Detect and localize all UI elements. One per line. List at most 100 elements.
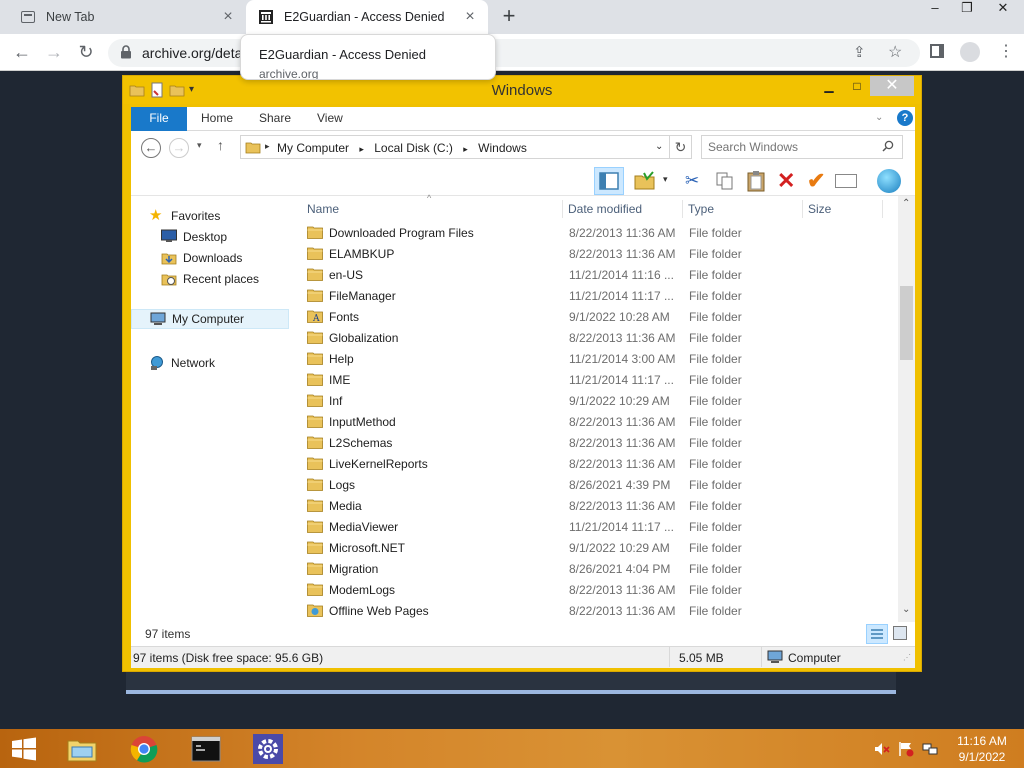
nav-desktop[interactable]: Desktop xyxy=(161,227,227,247)
scroll-down-icon[interactable]: ⌄ xyxy=(902,604,910,615)
delete-icon[interactable]: ✕ xyxy=(777,168,795,194)
table-row[interactable]: MediaViewer 11/21/2014 11:17 ... File fold… xyxy=(297,516,899,537)
table-row[interactable]: Downloaded Program Files 8/22/2013 11:36 … xyxy=(297,222,899,243)
table-row[interactable]: IME 11/21/2014 11:17 ... File folder xyxy=(297,369,899,390)
paste-icon[interactable] xyxy=(745,170,767,195)
file-explorer-taskbar-icon[interactable] xyxy=(56,731,108,766)
address-bar[interactable]: archive.org/deta ⇪ ☆ xyxy=(108,39,920,67)
settings-gear-taskbar-icon[interactable] xyxy=(242,731,294,766)
restore-browser-icon[interactable]: ❐ xyxy=(950,0,984,22)
close-tab-icon[interactable]: × xyxy=(220,9,236,25)
column-header-type[interactable]: Type xyxy=(688,196,714,222)
action-center-flag-icon[interactable] xyxy=(898,741,914,757)
nav-downloads[interactable]: Downloads xyxy=(161,248,242,268)
table-row[interactable]: Logs 8/26/2021 4:39 PM File folder xyxy=(297,474,899,495)
properties-icon[interactable] xyxy=(835,174,857,188)
table-row[interactable]: Media 8/22/2013 11:36 AM File folder xyxy=(297,495,899,516)
recent-locations-icon[interactable]: ▾ xyxy=(197,140,202,151)
preview-pane-icon[interactable] xyxy=(594,167,624,195)
folder-options-icon[interactable] xyxy=(634,171,656,194)
address-dropdown-icon[interactable]: ⌄ xyxy=(655,141,663,152)
close-window-icon[interactable]: ✕ xyxy=(870,76,914,96)
table-row[interactable]: Migration 8/26/2021 4:04 PM File folder xyxy=(297,558,899,579)
rename-check-icon[interactable]: ✔ xyxy=(807,168,825,194)
column-header-name[interactable]: Name xyxy=(307,196,339,222)
column-divider[interactable] xyxy=(882,200,883,218)
help-icon[interactable]: ? xyxy=(897,110,913,126)
explorer-title-bar[interactable]: ▾ Windows ▁ □ ✕ xyxy=(123,76,921,104)
chrome-taskbar-icon[interactable] xyxy=(118,731,170,766)
globe-icon[interactable] xyxy=(877,169,901,193)
table-row[interactable]: L2Schemas 8/22/2013 11:36 AM File folder xyxy=(297,432,899,453)
scroll-up-icon[interactable]: ⌃ xyxy=(902,198,910,209)
search-input[interactable] xyxy=(708,139,878,155)
side-panel-icon[interactable] xyxy=(930,44,944,58)
tab-share[interactable]: Share xyxy=(259,107,291,131)
column-header-date-modified[interactable]: Date modified xyxy=(568,196,642,222)
bookmark-star-icon[interactable]: ☆ xyxy=(888,42,902,62)
breadcrumb-my-computer[interactable]: My Computer xyxy=(277,141,349,155)
nav-network[interactable]: Network xyxy=(149,353,215,373)
scrollbar-thumb[interactable] xyxy=(900,286,913,360)
file-type: File folder xyxy=(689,394,742,408)
start-windows-icon[interactable] xyxy=(0,731,48,766)
taskbar-clock[interactable]: 11:16 AM 9/1/2022 xyxy=(948,733,1016,765)
minimize-browser-icon[interactable]: – xyxy=(918,0,952,22)
column-divider[interactable] xyxy=(682,200,683,218)
tab-home[interactable]: Home xyxy=(201,107,233,131)
tab-file[interactable]: File xyxy=(131,107,187,131)
forward-button-icon[interactable]: → xyxy=(169,138,189,158)
details-view-icon[interactable] xyxy=(866,624,888,644)
search-box[interactable] xyxy=(701,135,903,159)
nav-my-computer[interactable]: My Computer xyxy=(131,309,289,329)
breadcrumb-local-disk[interactable]: Local Disk (C:) xyxy=(374,141,453,155)
table-row[interactable]: Help 11/21/2014 3:00 AM File folder xyxy=(297,348,899,369)
table-row[interactable]: FileManager 11/21/2014 11:17 ... File fold… xyxy=(297,285,899,306)
table-row[interactable]: InputMethod 8/22/2013 11:36 AM File folder xyxy=(297,411,899,432)
search-icon[interactable] xyxy=(882,140,894,155)
explorer-address-field[interactable]: ▸ My Computer ▸ Local Disk (C:) ▸ Window… xyxy=(240,135,670,159)
copy-icon[interactable] xyxy=(715,171,735,194)
forward-arrow-icon[interactable]: → xyxy=(42,41,66,65)
table-row[interactable]: A Fonts 9/1/2022 10:28 AM File folder xyxy=(297,306,899,327)
table-row[interactable]: Offline Web Pages 8/22/2013 11:36 AM File … xyxy=(297,600,899,621)
table-row[interactable]: Globalization 8/22/2013 11:36 AM File fold… xyxy=(297,327,899,348)
table-row[interactable]: ModemLogs 8/22/2013 11:36 AM File folder xyxy=(297,579,899,600)
network-tray-icon[interactable] xyxy=(922,741,938,757)
table-row[interactable]: Inf 9/1/2022 10:29 AM File folder xyxy=(297,390,899,411)
reload-icon[interactable]: ↻ xyxy=(74,41,98,65)
column-divider[interactable] xyxy=(802,200,803,218)
new-tab-plus-icon[interactable]: + xyxy=(498,5,520,28)
close-tab-icon[interactable]: × xyxy=(462,9,478,25)
table-row[interactable]: Microsoft.NET 9/1/2022 10:29 AM File folde… xyxy=(297,537,899,558)
speaker-muted-icon[interactable] xyxy=(874,741,890,757)
refresh-icon[interactable]: ↻ xyxy=(670,135,692,159)
close-browser-icon[interactable]: ✕ xyxy=(986,0,1020,22)
dropdown-icon[interactable]: ▾ xyxy=(663,174,668,185)
breadcrumb-windows[interactable]: Windows xyxy=(478,141,527,155)
back-arrow-icon[interactable]: ← xyxy=(10,41,34,65)
maximize-window-icon[interactable]: □ xyxy=(844,76,870,96)
menu-dots-icon[interactable]: ⋮ xyxy=(998,41,1014,61)
expand-ribbon-icon[interactable]: ⌄ xyxy=(875,112,883,123)
tab-access-denied[interactable]: E2Guardian - Access Denied × xyxy=(246,0,488,34)
up-arrow-icon[interactable]: ↑ xyxy=(217,137,224,153)
table-row[interactable]: LiveKernelReports 8/22/2013 11:36 AM File … xyxy=(297,453,899,474)
cut-icon[interactable]: ✂ xyxy=(685,171,699,191)
column-header-size[interactable]: Size xyxy=(808,196,831,222)
back-button-icon[interactable]: ← xyxy=(141,138,161,158)
tab-new-tab[interactable]: New Tab × xyxy=(0,0,246,34)
nav-favorites[interactable]: ★ Favorites xyxy=(149,206,220,226)
terminal-taskbar-icon[interactable] xyxy=(180,731,232,766)
share-icon[interactable]: ⇪ xyxy=(853,43,866,61)
profile-avatar-icon[interactable] xyxy=(960,42,980,62)
table-row[interactable]: ELAMBKUP 8/22/2013 11:36 AM File folder xyxy=(297,243,899,264)
nav-recent-places[interactable]: Recent places xyxy=(161,269,259,289)
vertical-scrollbar[interactable]: ⌃ ⌄ xyxy=(898,196,915,622)
column-divider[interactable] xyxy=(562,200,563,218)
minimize-window-icon[interactable]: ▁ xyxy=(816,76,842,96)
resize-grip-icon[interactable]: ⋰ xyxy=(903,653,911,662)
table-row[interactable]: en-US 11/21/2014 11:16 ... File folder xyxy=(297,264,899,285)
tab-view[interactable]: View xyxy=(317,107,343,131)
large-icons-view-icon[interactable] xyxy=(893,626,907,640)
